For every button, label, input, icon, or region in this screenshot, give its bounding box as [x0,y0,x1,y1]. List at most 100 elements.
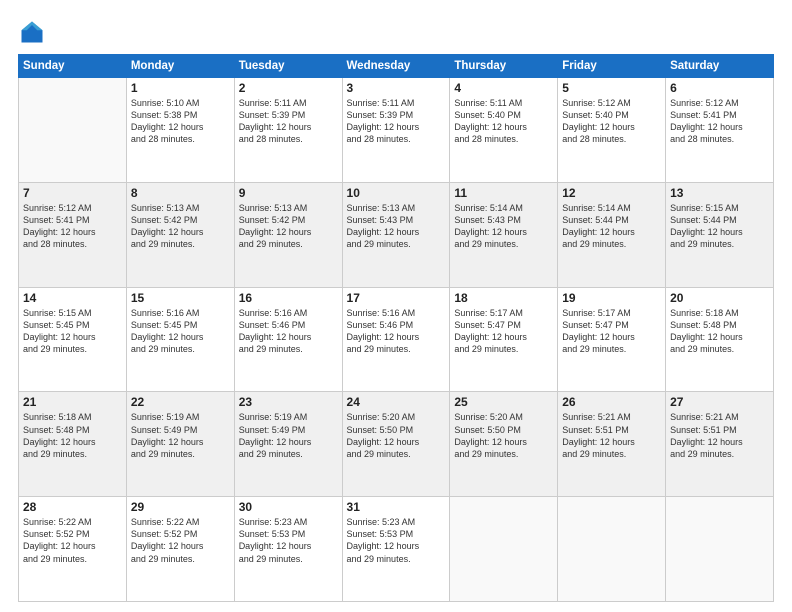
day-number: 31 [347,500,446,514]
calendar-week-row: 7Sunrise: 5:12 AM Sunset: 5:41 PM Daylig… [19,182,774,287]
table-row: 13 Sunrise: 5:15 AM Sunset: 5:44 PM Dayli… [666,182,774,287]
day-info: Sunrise: 5:16 AM Sunset: 5:46 PM Dayligh… [239,307,338,356]
day-number: 30 [239,500,338,514]
day-number: 25 [454,395,553,409]
table-row [19,78,127,183]
weekday-header-row: SundayMondayTuesdayWednesdayThursdayFrid… [19,55,774,78]
day-info: Sunrise: 5:10 AM Sunset: 5:38 PM Dayligh… [131,97,230,146]
day-number: 22 [131,395,230,409]
calendar-week-row: 21 Sunrise: 5:18 AM Sunset: 5:48 PM Dayli… [19,392,774,497]
table-row [666,497,774,602]
table-row: 25 Sunrise: 5:20 AM Sunset: 5:50 PM Dayli… [450,392,558,497]
day-info: Sunrise: 5:22 AM Sunset: 5:52 PM Dayligh… [131,516,230,565]
day-info: Sunrise: 5:14 AM Sunset: 5:44 PM Dayligh… [562,202,661,251]
day-number: 6 [670,81,769,95]
table-row: 9 Sunrise: 5:13 AM Sunset: 5:42 PM Daylig… [234,182,342,287]
day-info: Sunrise: 5:22 AM Sunset: 5:52 PM Dayligh… [23,516,122,565]
calendar-week-row: 14Sunrise: 5:15 AM Sunset: 5:45 PM Dayli… [19,287,774,392]
table-row: 1 Sunrise: 5:10 AM Sunset: 5:38 PM Daylig… [126,78,234,183]
day-number: 17 [347,291,446,305]
table-row: 8 Sunrise: 5:13 AM Sunset: 5:42 PM Daylig… [126,182,234,287]
table-row: 12Sunrise: 5:14 AM Sunset: 5:44 PM Dayli… [558,182,666,287]
weekday-header-sunday: Sunday [19,55,127,78]
day-number: 16 [239,291,338,305]
day-info: Sunrise: 5:13 AM Sunset: 5:43 PM Dayligh… [347,202,446,251]
table-row: 29 Sunrise: 5:22 AM Sunset: 5:52 PM Dayli… [126,497,234,602]
day-number: 29 [131,500,230,514]
weekday-header-monday: Monday [126,55,234,78]
weekday-header-thursday: Thursday [450,55,558,78]
page: SundayMondayTuesdayWednesdayThursdayFrid… [0,0,792,612]
table-row [558,497,666,602]
day-info: Sunrise: 5:14 AM Sunset: 5:43 PM Dayligh… [454,202,553,251]
table-row: 3Sunrise: 5:11 AM Sunset: 5:39 PM Daylig… [342,78,450,183]
table-row: 5 Sunrise: 5:12 AM Sunset: 5:40 PM Daylig… [558,78,666,183]
day-number: 26 [562,395,661,409]
day-info: Sunrise: 5:23 AM Sunset: 5:53 PM Dayligh… [347,516,446,565]
day-info: Sunrise: 5:17 AM Sunset: 5:47 PM Dayligh… [454,307,553,356]
table-row: 2 Sunrise: 5:11 AM Sunset: 5:39 PM Daylig… [234,78,342,183]
weekday-header-friday: Friday [558,55,666,78]
table-row: 28 Sunrise: 5:22 AM Sunset: 5:52 PM Dayli… [19,497,127,602]
weekday-header-saturday: Saturday [666,55,774,78]
table-row: 23 Sunrise: 5:19 AM Sunset: 5:49 PM Dayli… [234,392,342,497]
day-number: 1 [131,81,230,95]
day-info: Sunrise: 5:17 AM Sunset: 5:47 PM Dayligh… [562,307,661,356]
day-info: Sunrise: 5:21 AM Sunset: 5:51 PM Dayligh… [562,411,661,460]
day-info: Sunrise: 5:12 AM Sunset: 5:41 PM Dayligh… [670,97,769,146]
day-info: Sunrise: 5:13 AM Sunset: 5:42 PM Dayligh… [239,202,338,251]
table-row: 21 Sunrise: 5:18 AM Sunset: 5:48 PM Dayli… [19,392,127,497]
day-info: Sunrise: 5:11 AM Sunset: 5:39 PM Dayligh… [239,97,338,146]
table-row: 19 Sunrise: 5:17 AM Sunset: 5:47 PM Dayli… [558,287,666,392]
day-number: 24 [347,395,446,409]
day-info: Sunrise: 5:23 AM Sunset: 5:53 PM Dayligh… [239,516,338,565]
day-info: Sunrise: 5:21 AM Sunset: 5:51 PM Dayligh… [670,411,769,460]
table-row: 15Sunrise: 5:16 AM Sunset: 5:45 PM Dayli… [126,287,234,392]
day-number: 19 [562,291,661,305]
table-row: 7Sunrise: 5:12 AM Sunset: 5:41 PM Daylig… [19,182,127,287]
day-info: Sunrise: 5:20 AM Sunset: 5:50 PM Dayligh… [347,411,446,460]
day-number: 28 [23,500,122,514]
weekday-header-wednesday: Wednesday [342,55,450,78]
day-info: Sunrise: 5:19 AM Sunset: 5:49 PM Dayligh… [131,411,230,460]
table-row: 14Sunrise: 5:15 AM Sunset: 5:45 PM Dayli… [19,287,127,392]
day-number: 20 [670,291,769,305]
day-info: Sunrise: 5:13 AM Sunset: 5:42 PM Dayligh… [131,202,230,251]
day-info: Sunrise: 5:18 AM Sunset: 5:48 PM Dayligh… [23,411,122,460]
day-info: Sunrise: 5:11 AM Sunset: 5:40 PM Dayligh… [454,97,553,146]
day-info: Sunrise: 5:19 AM Sunset: 5:49 PM Dayligh… [239,411,338,460]
table-row: 16 Sunrise: 5:16 AM Sunset: 5:46 PM Dayli… [234,287,342,392]
calendar-week-row: 1 Sunrise: 5:10 AM Sunset: 5:38 PM Daylig… [19,78,774,183]
day-info: Sunrise: 5:11 AM Sunset: 5:39 PM Dayligh… [347,97,446,146]
day-number: 10 [347,186,446,200]
table-row: 30 Sunrise: 5:23 AM Sunset: 5:53 PM Dayli… [234,497,342,602]
day-number: 2 [239,81,338,95]
table-row: 22 Sunrise: 5:19 AM Sunset: 5:49 PM Dayli… [126,392,234,497]
day-info: Sunrise: 5:18 AM Sunset: 5:48 PM Dayligh… [670,307,769,356]
table-row: 27 Sunrise: 5:21 AM Sunset: 5:51 PM Dayli… [666,392,774,497]
day-number: 21 [23,395,122,409]
header [18,18,774,46]
day-number: 13 [670,186,769,200]
logo-icon [18,18,46,46]
calendar-table: SundayMondayTuesdayWednesdayThursdayFrid… [18,54,774,602]
day-number: 23 [239,395,338,409]
table-row: 24 Sunrise: 5:20 AM Sunset: 5:50 PM Dayli… [342,392,450,497]
day-number: 5 [562,81,661,95]
day-number: 27 [670,395,769,409]
calendar-week-row: 28 Sunrise: 5:22 AM Sunset: 5:52 PM Dayli… [19,497,774,602]
table-row: 18Sunrise: 5:17 AM Sunset: 5:47 PM Dayli… [450,287,558,392]
table-row: 4Sunrise: 5:11 AM Sunset: 5:40 PM Daylig… [450,78,558,183]
day-number: 8 [131,186,230,200]
table-row: 17Sunrise: 5:16 AM Sunset: 5:46 PM Dayli… [342,287,450,392]
day-info: Sunrise: 5:12 AM Sunset: 5:41 PM Dayligh… [23,202,122,251]
day-info: Sunrise: 5:15 AM Sunset: 5:44 PM Dayligh… [670,202,769,251]
day-number: 9 [239,186,338,200]
table-row: 20 Sunrise: 5:18 AM Sunset: 5:48 PM Dayli… [666,287,774,392]
table-row: 10 Sunrise: 5:13 AM Sunset: 5:43 PM Dayli… [342,182,450,287]
weekday-header-tuesday: Tuesday [234,55,342,78]
table-row: 31 Sunrise: 5:23 AM Sunset: 5:53 PM Dayli… [342,497,450,602]
day-info: Sunrise: 5:15 AM Sunset: 5:45 PM Dayligh… [23,307,122,356]
day-info: Sunrise: 5:12 AM Sunset: 5:40 PM Dayligh… [562,97,661,146]
day-info: Sunrise: 5:20 AM Sunset: 5:50 PM Dayligh… [454,411,553,460]
